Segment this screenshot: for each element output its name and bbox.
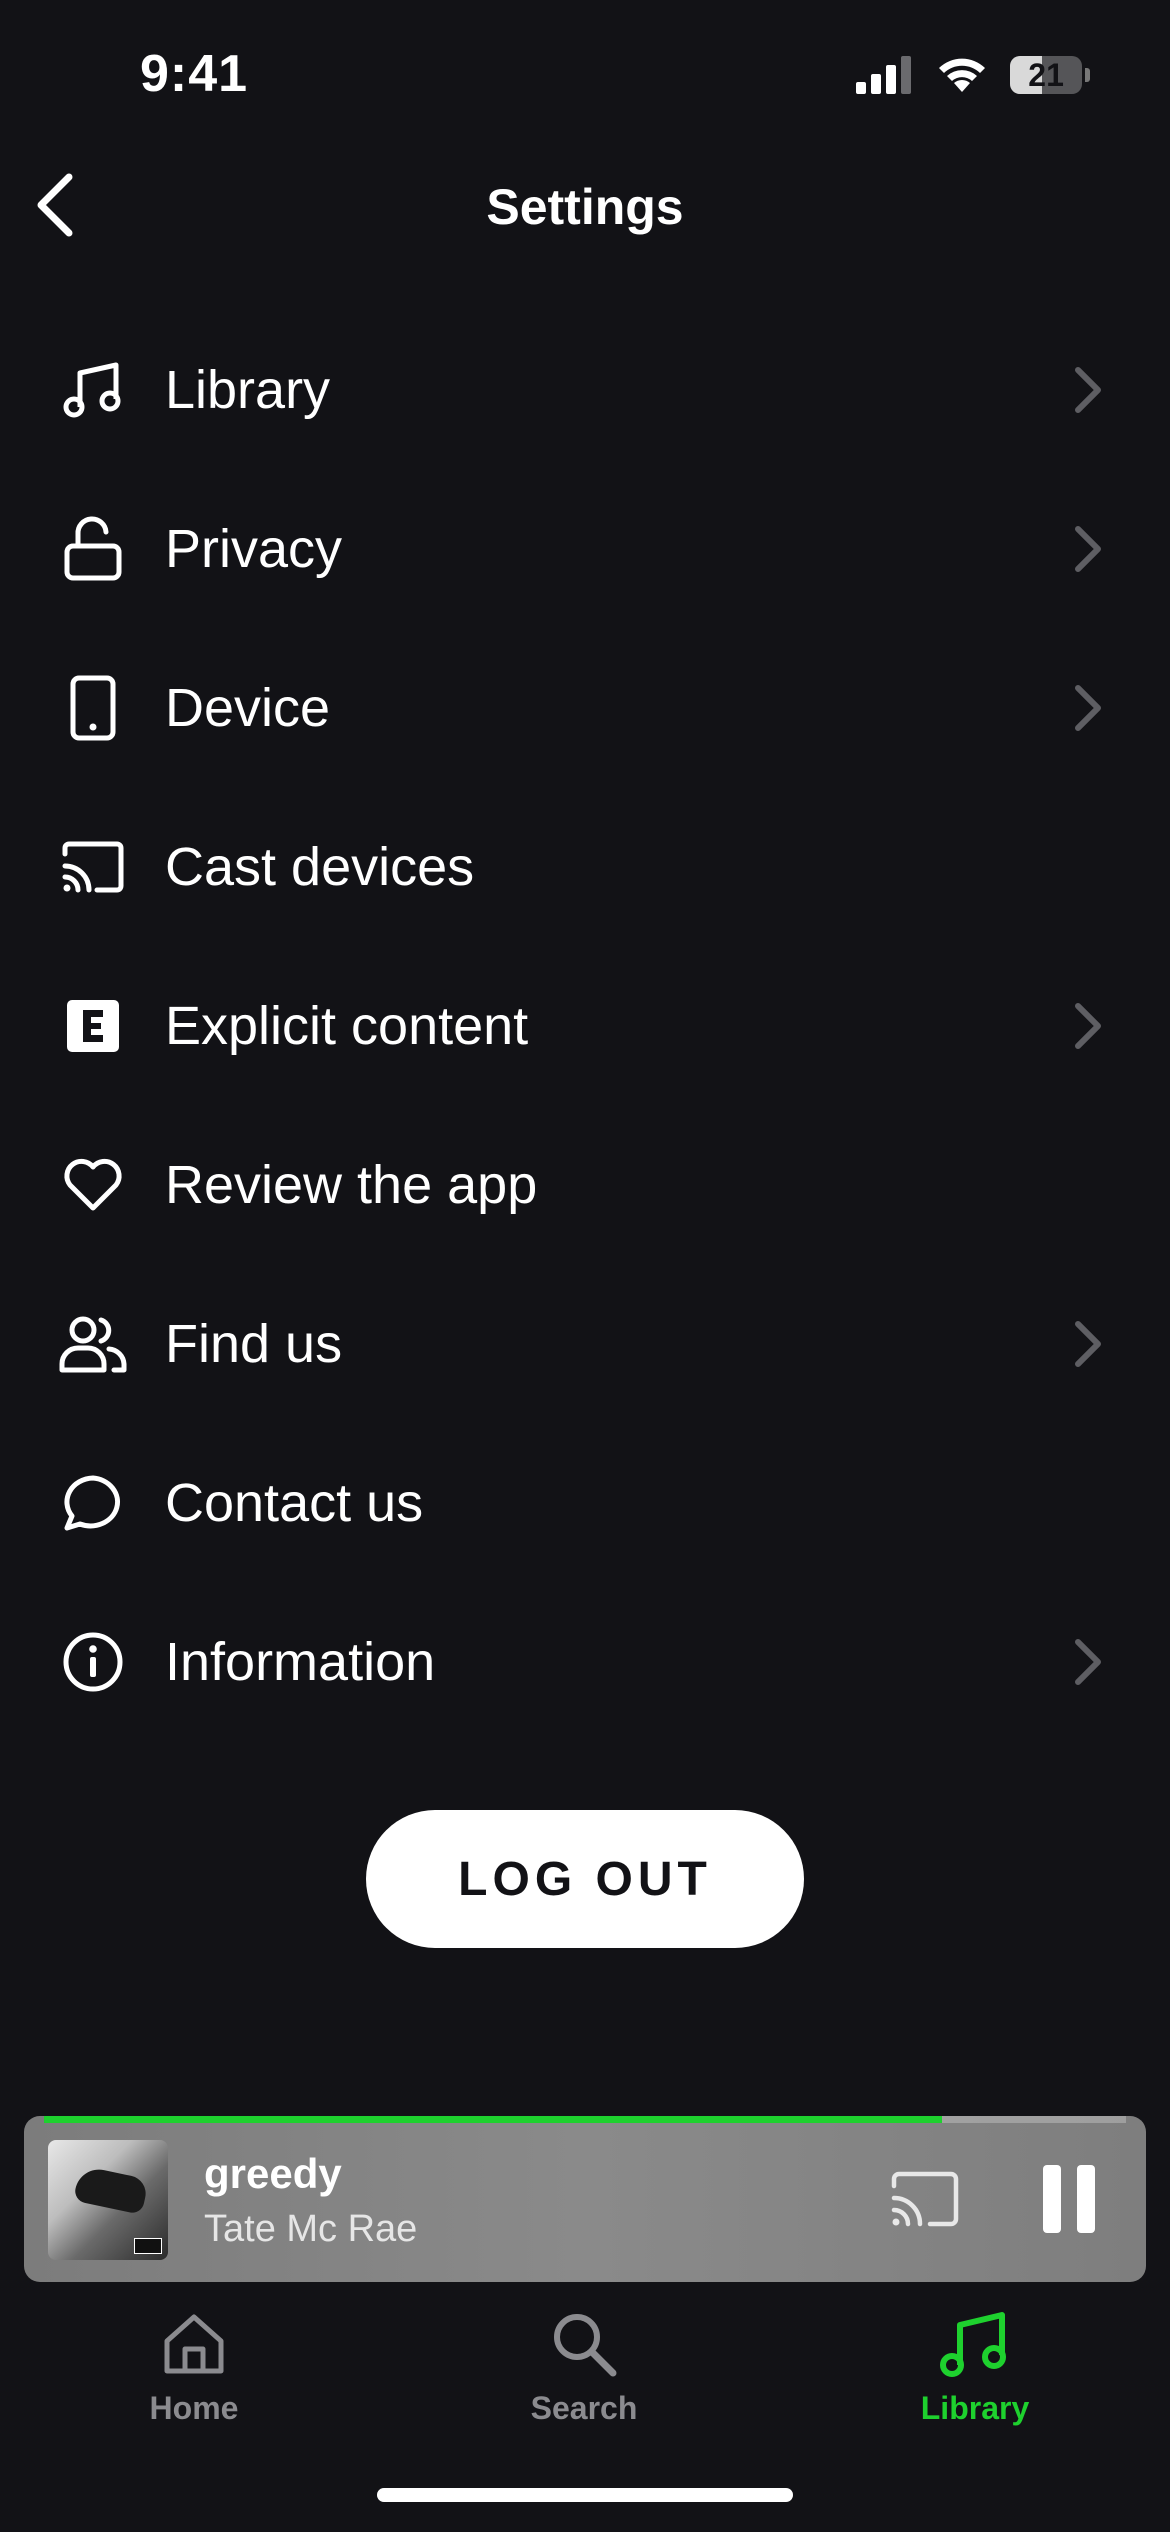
settings-item-contact-us[interactable]: Contact us bbox=[0, 1423, 1170, 1582]
status-time: 9:41 bbox=[140, 45, 249, 103]
progress-track bbox=[44, 2116, 1126, 2123]
nav-label: Library bbox=[920, 2390, 1030, 2426]
settings-item-information[interactable]: Information bbox=[0, 1582, 1170, 1741]
nav-label: Search bbox=[530, 2390, 638, 2426]
settings-item-device[interactable]: Device bbox=[0, 628, 1170, 787]
pause-icon bbox=[1043, 2165, 1095, 2233]
settings-item-cast-devices[interactable]: Cast devices bbox=[0, 787, 1170, 946]
chat-bubble-icon bbox=[58, 1468, 128, 1538]
progress-fill bbox=[44, 2116, 943, 2123]
mini-player[interactable]: greedy Tate Mc Rae bbox=[24, 2116, 1146, 2282]
header: Settings bbox=[0, 160, 1170, 250]
signal-icon bbox=[856, 56, 911, 94]
search-icon bbox=[544, 2304, 624, 2384]
home-indicator[interactable] bbox=[377, 2488, 793, 2502]
nav-item-home[interactable]: Home bbox=[84, 2290, 304, 2440]
settings-item-label: Contact us bbox=[165, 1472, 424, 1533]
parental-advisory-badge bbox=[134, 2238, 162, 2254]
home-icon bbox=[154, 2304, 234, 2384]
settings-item-label: Explicit content bbox=[165, 995, 529, 1056]
pause-button[interactable] bbox=[1036, 2160, 1102, 2238]
unlock-icon bbox=[58, 514, 128, 584]
nav-label: Home bbox=[149, 2390, 239, 2426]
music-note-icon bbox=[935, 2304, 1015, 2384]
settings-item-label: Information bbox=[165, 1631, 436, 1692]
cast-icon bbox=[891, 2171, 959, 2227]
chevron-right-icon bbox=[1068, 1316, 1108, 1372]
player-cast-button[interactable] bbox=[888, 2164, 962, 2234]
music-note-icon bbox=[58, 355, 128, 425]
chevron-right-icon bbox=[1068, 998, 1108, 1054]
bottom-nav: Home Search Library bbox=[0, 2290, 1170, 2450]
settings-item-label: Privacy bbox=[165, 518, 343, 579]
heart-icon bbox=[58, 1150, 128, 1220]
nav-item-search[interactable]: Search bbox=[474, 2290, 694, 2440]
status-bar: 9:41 21 bbox=[0, 0, 1170, 150]
explicit-icon bbox=[58, 991, 128, 1061]
settings-item-label: Cast devices bbox=[165, 836, 475, 897]
track-artist: Tate Mc Rae bbox=[204, 2208, 418, 2250]
settings-item-explicit-content[interactable]: Explicit content bbox=[0, 946, 1170, 1105]
settings-item-find-us[interactable]: Find us bbox=[0, 1264, 1170, 1423]
users-icon bbox=[58, 1309, 128, 1379]
settings-item-label: Library bbox=[165, 359, 331, 420]
chevron-right-icon bbox=[1068, 1634, 1108, 1690]
chevron-right-icon bbox=[1068, 680, 1108, 736]
logout-button[interactable]: LOG OUT bbox=[366, 1810, 804, 1948]
settings-item-label: Device bbox=[165, 677, 331, 738]
chevron-right-icon bbox=[1068, 521, 1108, 577]
settings-item-label: Review the app bbox=[165, 1154, 538, 1215]
settings-item-review-the-app[interactable]: Review the app bbox=[0, 1105, 1170, 1264]
settings-item-privacy[interactable]: Privacy bbox=[0, 469, 1170, 628]
settings-item-label: Find us bbox=[165, 1313, 343, 1374]
album-art bbox=[48, 2140, 168, 2260]
cast-icon bbox=[58, 832, 128, 902]
battery-cap bbox=[1085, 68, 1090, 82]
settings-item-library[interactable]: Library bbox=[0, 310, 1170, 469]
battery-body: 21 bbox=[1010, 56, 1083, 94]
chevron-right-icon bbox=[1068, 362, 1108, 418]
settings-list: Library Privacy Device Cast devices Expl… bbox=[0, 310, 1170, 1741]
wifi-icon bbox=[939, 58, 985, 92]
info-icon bbox=[58, 1627, 128, 1697]
track-title: greedy bbox=[204, 2150, 342, 2197]
nav-item-library[interactable]: Library bbox=[865, 2290, 1085, 2440]
page-title: Settings bbox=[486, 179, 684, 235]
battery-icon: 21 bbox=[1010, 55, 1090, 95]
status-icons: 21 bbox=[856, 55, 1090, 95]
phone-icon bbox=[58, 673, 128, 743]
battery-level: 21 bbox=[1028, 56, 1064, 93]
album-art-figure bbox=[73, 2165, 149, 2215]
